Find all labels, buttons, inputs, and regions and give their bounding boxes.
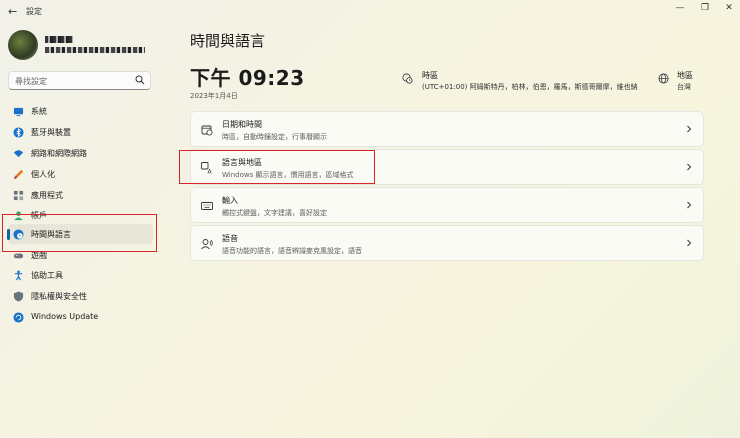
keyboard-icon [201,202,213,210]
sidebar-item-bluetooth[interactable]: 藍牙與裝置 [8,122,153,142]
current-time: 下午 09:23 [190,66,305,90]
apps-icon [13,190,24,201]
account-icon [14,211,23,221]
sidebar-item-accessibility[interactable]: 協助工具 [8,265,153,285]
sidebar-item-network[interactable]: 網路和網際網路 [8,143,153,163]
sidebar-item-gaming[interactable]: 遊戲 [8,245,153,265]
close-button[interactable]: ✕ [721,3,737,13]
wifi-icon [13,150,24,158]
search-icon [135,75,145,85]
globe-clock-icon [13,229,24,240]
chevron-right-icon [687,201,692,209]
update-icon [13,312,24,323]
sidebar-item-label: 隱私權與安全性 [31,292,87,301]
sidebar-item-time-language[interactable]: 時間與語言 [7,224,153,244]
card-language-region[interactable]: A 語言與地區 Windows 顯示語言，慣用語言，區域格式 [190,149,704,185]
card-subtitle: 觸控式鍵盤，文字建議，喜好設定 [222,209,327,217]
region-value: 台灣 [677,83,691,91]
timezone-label: 時區 [422,71,438,80]
search-box[interactable]: 尋找設定 [8,71,151,90]
sidebar-item-accounts[interactable]: 帳戶 [8,205,153,225]
sidebar-item-label: 時間與語言 [31,230,71,239]
chevron-right-icon [687,239,692,247]
sidebar-item-windows-update[interactable]: Windows Update [8,307,153,327]
card-subtitle: Windows 顯示語言，慣用語言，區域格式 [222,171,354,179]
sidebar-item-label: 應用程式 [31,191,63,200]
title-bar: ← 設定 — ❐ ✕ [0,0,740,22]
maximize-button[interactable]: ❐ [697,3,713,13]
sidebar-item-label: 個人化 [31,170,55,179]
user-name-obscured [45,36,73,43]
sidebar-item-privacy[interactable]: 隱私權與安全性 [8,286,153,306]
sidebar-item-personalization[interactable]: 個人化 [8,164,153,184]
card-subtitle: 語音功能的語言，語音辨識麥克風設定，語音 [222,247,362,255]
card-title: 語言與地區 [222,158,262,167]
brush-icon [13,169,24,180]
sidebar-item-label: Windows Update [31,312,99,321]
calendar-clock-icon [201,125,213,136]
language-icon: A [201,162,213,174]
card-subtitle: 時區，自動時鐘設定，行事曆顯示 [222,133,327,141]
globe-icon [658,73,669,84]
speech-icon [201,239,213,250]
timezone-icon [402,73,413,84]
avatar [8,30,38,60]
user-email-obscured [45,47,145,53]
chevron-right-icon [687,163,692,171]
sidebar-item-label: 網路和網際網路 [31,149,87,158]
sidebar-item-label: 系統 [31,107,47,116]
sidebar-item-label: 協助工具 [31,271,63,280]
card-title: 語音 [222,234,238,243]
sidebar-item-label: 遊戲 [31,251,47,260]
card-speech[interactable]: 語音 語音功能的語言，語音辨識麥克風設定，語音 [190,225,704,261]
back-arrow-icon[interactable]: ← [8,5,17,18]
page-title: 時間與語言 [190,32,266,50]
sidebar-item-label: 藍牙與裝置 [31,128,71,137]
monitor-icon [13,107,24,117]
sidebar-item-system[interactable]: 系統 [8,101,153,121]
timezone-value: (UTC+01:00) 阿姆斯特丹，柏林，伯恩，羅馬，斯德哥爾摩，維也納 [422,83,638,91]
card-title: 輸入 [222,196,238,205]
search-input[interactable]: 尋找設定 [15,76,47,87]
sidebar-item-label: 帳戶 [31,211,47,220]
card-typing[interactable]: 輸入 觸控式鍵盤，文字建議，喜好設定 [190,187,704,223]
region-label: 地區 [677,71,693,80]
bluetooth-icon [13,127,24,138]
sidebar-item-apps[interactable]: 應用程式 [8,185,153,205]
minimize-button[interactable]: — [672,3,688,13]
card-title: 日期和時間 [222,120,262,129]
gamepad-icon [13,253,24,259]
chevron-right-icon [687,125,692,133]
current-date: 2023年1月4日 [190,92,238,100]
svg-text:A: A [208,169,213,175]
card-date-time[interactable]: 日期和時間 時區，自動時鐘設定，行事曆顯示 [190,111,704,147]
accessibility-icon [14,270,23,281]
window-title: 設定 [26,7,42,16]
shield-icon [13,291,24,302]
